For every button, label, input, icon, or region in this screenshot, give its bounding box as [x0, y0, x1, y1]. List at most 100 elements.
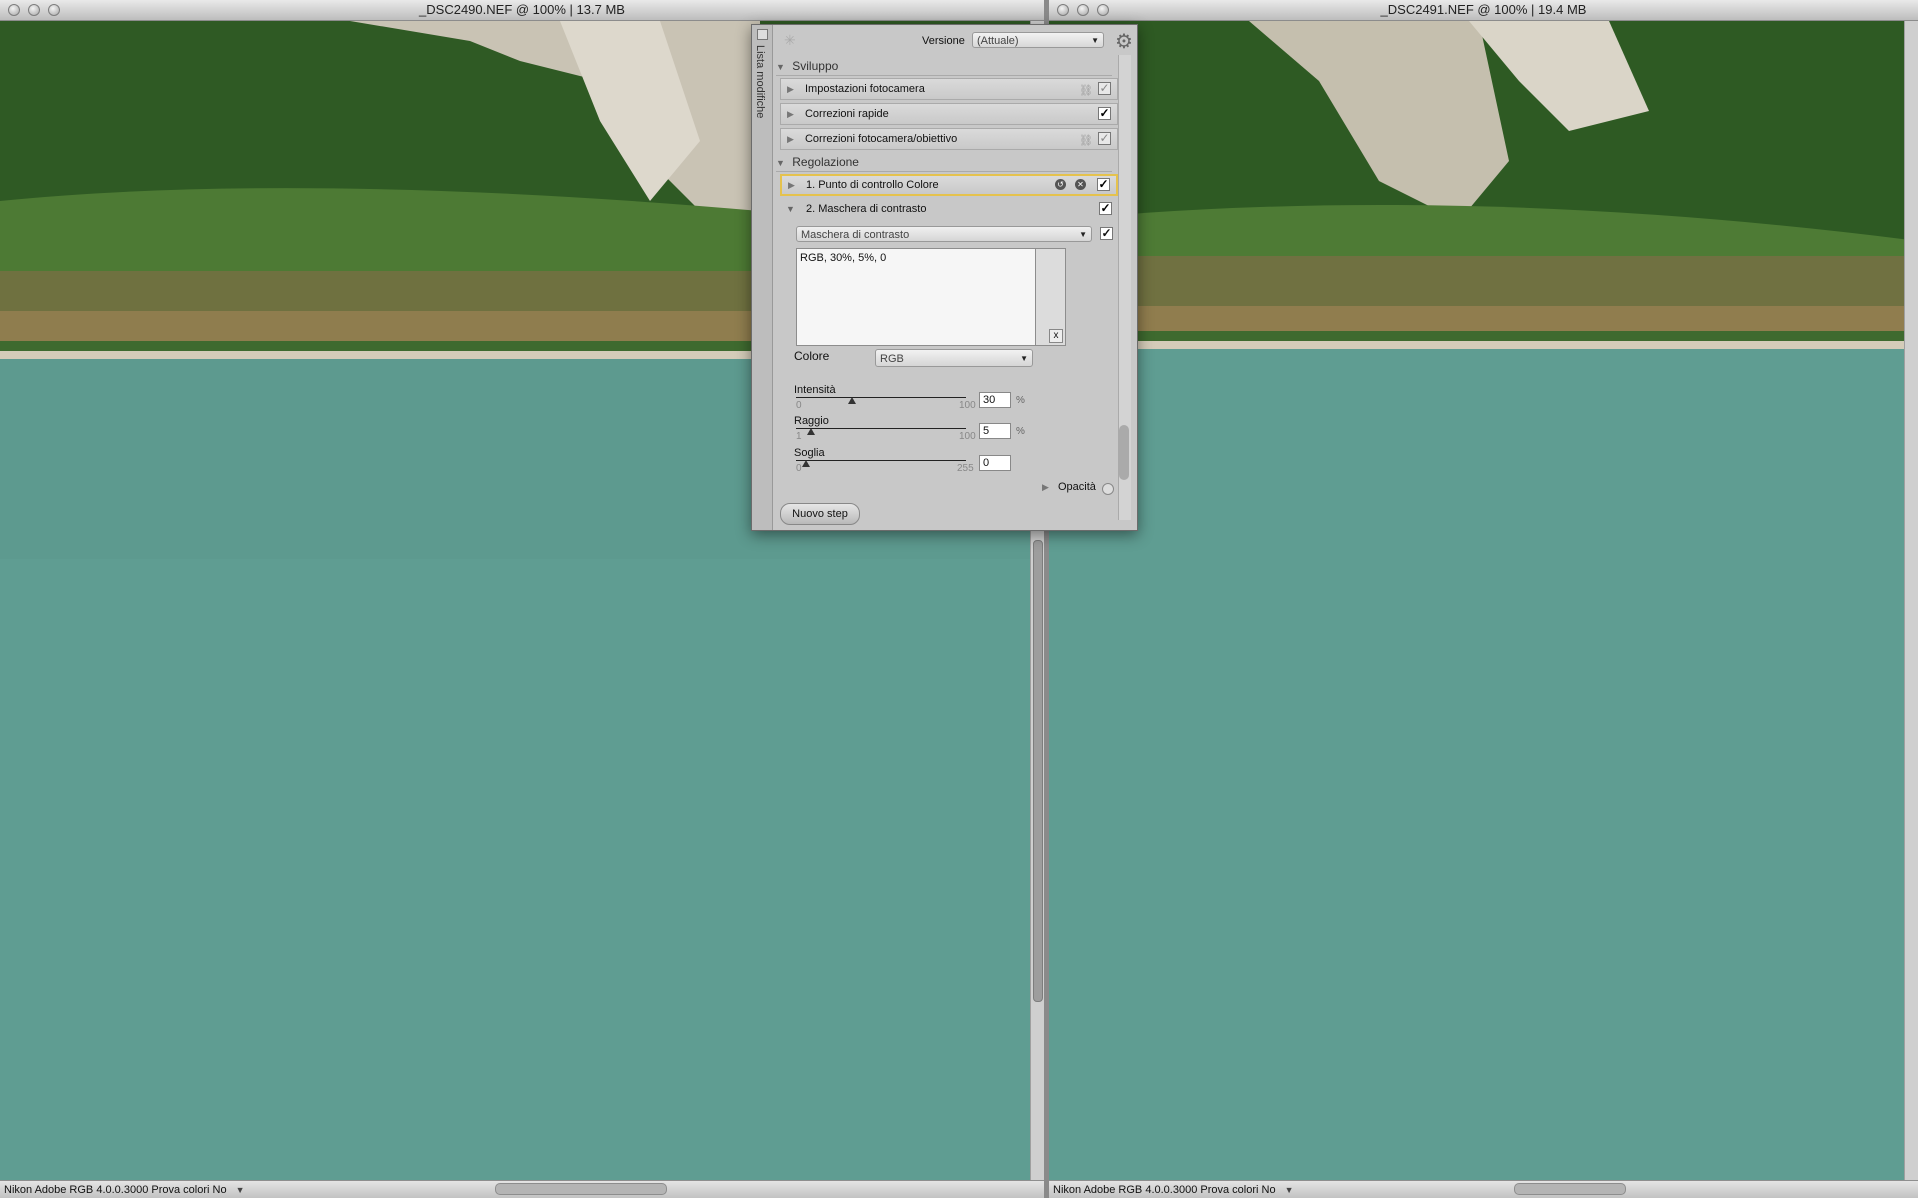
chevron-down-icon: ▼: [1091, 36, 1099, 45]
close-window-button[interactable]: [1057, 4, 1069, 16]
step-enable-checkbox[interactable]: ✓: [1099, 202, 1112, 215]
soglia-input[interactable]: 0: [979, 455, 1011, 471]
disclosure-closed-icon[interactable]: ▶: [787, 79, 794, 99]
raggio-slider-track[interactable]: [796, 428, 966, 429]
intensita-input[interactable]: 30: [979, 392, 1011, 408]
step-enable-checkbox[interactable]: ✓: [1098, 82, 1111, 95]
chevron-down-icon: ▼: [1079, 230, 1087, 239]
step-enable-checkbox[interactable]: ✓: [1098, 107, 1111, 120]
intensita-slider-track[interactable]: [796, 397, 966, 398]
summary-scrollbar[interactable]: x: [1036, 248, 1066, 346]
disclosure-open-icon[interactable]: ▼: [786, 199, 795, 219]
disclosure-closed-icon[interactable]: ▶: [788, 176, 795, 194]
delete-step-icon[interactable]: ✕: [1075, 179, 1086, 190]
vertical-scroll-thumb[interactable]: [1033, 540, 1043, 1002]
window-titlebar[interactable]: _DSC2490.NEF @ 100% | 13.7 MB: [0, 0, 1044, 21]
raggio-min: 1: [796, 431, 802, 442]
vertical-scrollbar[interactable]: [1904, 21, 1918, 1180]
soglia-value: 0: [983, 457, 990, 469]
minimize-window-button[interactable]: [28, 4, 40, 16]
intensita-max: 100: [959, 400, 976, 411]
link-icon: ⛓: [1079, 135, 1093, 147]
colore-select[interactable]: RGB ▼: [875, 349, 1033, 367]
step-enable-checkbox[interactable]: ✓: [1097, 178, 1110, 191]
step-enable-checkbox[interactable]: ✓: [1098, 132, 1111, 145]
side-tab-label: Lista modifiche: [754, 45, 766, 119]
close-icon[interactable]: x: [1049, 329, 1063, 343]
disclosure-closed-icon[interactable]: ▶: [787, 104, 794, 124]
panel-header: ✳ Versione (Attuale) ▼ ⚙: [772, 25, 1137, 57]
opacity-indicator-icon[interactable]: [1102, 483, 1114, 495]
image-window-right[interactable]: _DSC2491.NEF @ 100% | 19.4 MB Nikon Adob…: [1049, 0, 1918, 1198]
disclosure-closed-icon[interactable]: ▶: [1042, 482, 1049, 493]
version-select[interactable]: (Attuale) ▼: [972, 32, 1104, 48]
status-menu-arrow-icon[interactable]: ▼: [236, 1181, 245, 1198]
intensita-min: 0: [796, 400, 802, 411]
step-punto-di-controllo-colore[interactable]: ▶ 1. Punto di controllo Colore ↺ ✕ ✓: [780, 174, 1118, 196]
version-value: (Attuale): [977, 35, 1019, 47]
raggio-slider-thumb[interactable]: [807, 428, 815, 435]
step-impostazioni-fotocamera[interactable]: ▶ Impostazioni fotocamera ⛓ ✓: [780, 78, 1118, 100]
soglia-label: Soglia: [794, 447, 825, 459]
busy-spinner-icon: ✳: [784, 32, 796, 48]
filter-type-value: Maschera di contrasto: [801, 229, 910, 241]
intensita-value: 30: [983, 394, 996, 406]
filter-type-select[interactable]: Maschera di contrasto ▼: [796, 226, 1092, 242]
reset-icon[interactable]: ↺: [1055, 179, 1066, 190]
section-sviluppo[interactable]: ▼ Sviluppo: [776, 57, 1112, 76]
raggio-input[interactable]: 5: [979, 423, 1011, 439]
panel-scroll-thumb[interactable]: [1119, 425, 1129, 480]
new-step-button[interactable]: Nuovo step: [780, 503, 860, 525]
close-window-button[interactable]: [8, 4, 20, 16]
step-label: 1. Punto di controllo Colore: [805, 179, 939, 191]
soglia-slider-track[interactable]: [796, 460, 966, 461]
opacita-label: Opacità: [1057, 481, 1096, 493]
raggio-label: Raggio: [794, 415, 829, 427]
window-title: _DSC2490.NEF @ 100% | 13.7 MB: [419, 2, 625, 17]
color-profile-status: Nikon Adobe RGB 4.0.0.3000 Prova colori …: [4, 1184, 227, 1196]
step-label: Correzioni rapide: [804, 108, 889, 120]
step-maschera-di-contrasto[interactable]: ▼ 2. Maschera di contrasto ✓: [780, 199, 1118, 221]
chevron-down-icon: ▼: [1020, 354, 1028, 363]
raggio-unit: %: [1016, 426, 1025, 437]
photo-canvas[interactable]: [1049, 21, 1918, 1180]
gear-icon[interactable]: ⚙: [1115, 29, 1133, 54]
colore-value: RGB: [880, 353, 904, 365]
horizontal-scroll-thumb[interactable]: [495, 1183, 667, 1195]
horizontal-scroll-thumb[interactable]: [1514, 1183, 1626, 1195]
settings-summary-box: RGB, 30%, 5%, 0: [796, 248, 1036, 346]
minimize-window-button[interactable]: [1077, 4, 1089, 16]
collapse-panel-icon[interactable]: [757, 29, 768, 40]
step-correzioni-rapide[interactable]: ▶ Correzioni rapide ✓: [780, 103, 1118, 125]
disclosure-open-icon[interactable]: ▼: [776, 154, 785, 172]
step-correzioni-fotocamera-obiettivo[interactable]: ▶ Correzioni fotocamera/obiettivo ⛓ ✓: [780, 128, 1118, 150]
link-icon: ⛓: [1079, 85, 1093, 97]
status-bar: Nikon Adobe RGB 4.0.0.3000 Prova colori …: [1049, 1180, 1918, 1198]
intensita-label: Intensità: [794, 384, 836, 396]
zoom-window-button[interactable]: [1097, 4, 1109, 16]
edit-list-panel[interactable]: Lista modifiche ✳ Versione (Attuale) ▼ ⚙…: [751, 24, 1138, 531]
section-title: Sviluppo: [792, 59, 839, 73]
raggio-max: 100: [959, 431, 976, 442]
intensita-slider-thumb[interactable]: [848, 397, 856, 404]
step-label: Correzioni fotocamera/obiettivo: [804, 133, 958, 145]
version-label: Versione: [922, 35, 965, 47]
window-titlebar[interactable]: _DSC2491.NEF @ 100% | 19.4 MB: [1049, 0, 1918, 21]
raggio-value: 5: [983, 425, 990, 437]
step-label: 2. Maschera di contrasto: [805, 203, 927, 215]
opacita-toggle[interactable]: ▶ Opacità: [1042, 481, 1096, 493]
window-title: _DSC2491.NEF @ 100% | 19.4 MB: [1380, 2, 1587, 17]
colore-label: Colore: [794, 349, 830, 363]
zoom-window-button[interactable]: [48, 4, 60, 16]
status-menu-arrow-icon[interactable]: ▼: [1285, 1181, 1294, 1198]
lake-village-photo: [1049, 21, 1918, 1180]
section-title: Regolazione: [792, 155, 859, 169]
edit-list-side-tab[interactable]: Lista modifiche: [752, 25, 773, 530]
settings-summary: RGB, 30%, 5%, 0: [800, 252, 887, 264]
disclosure-closed-icon[interactable]: ▶: [787, 129, 794, 149]
soglia-slider-thumb[interactable]: [802, 460, 810, 467]
filter-enable-checkbox[interactable]: ✓: [1100, 227, 1113, 240]
step-label: Impostazioni fotocamera: [804, 83, 925, 95]
section-regolazione[interactable]: ▼ Regolazione: [776, 153, 1112, 172]
disclosure-open-icon[interactable]: ▼: [776, 58, 785, 76]
